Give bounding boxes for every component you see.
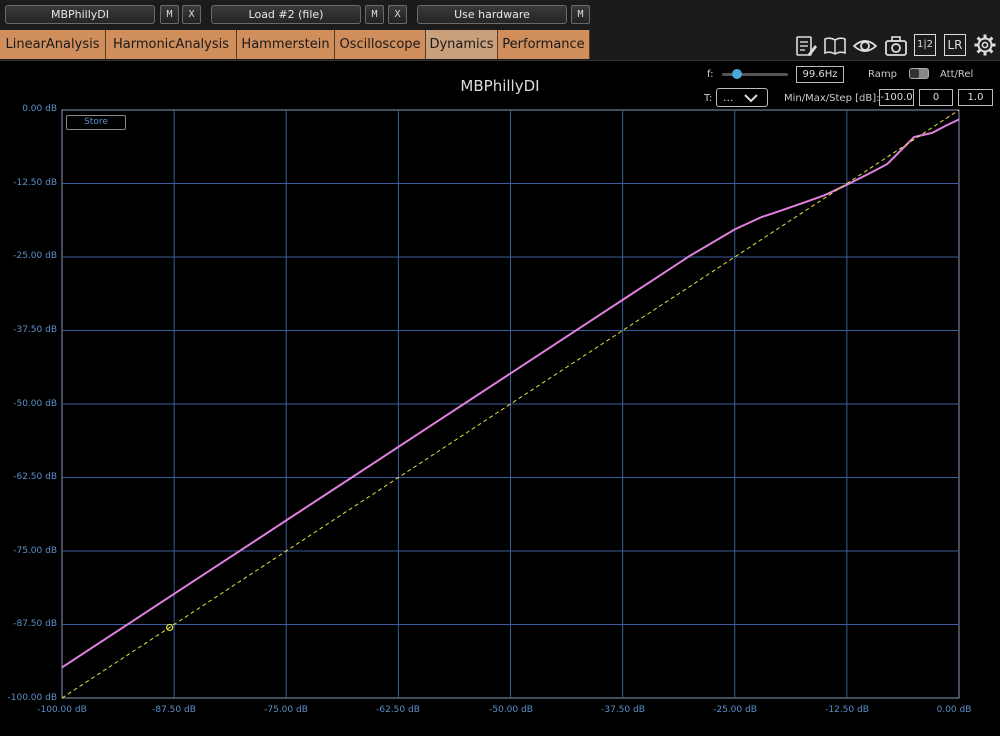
y-tick-label: -75.00 dB (13, 546, 57, 556)
x-tick-label: -50.00 dB (489, 705, 533, 715)
camera-icon[interactable] (884, 34, 908, 58)
slot-1-x-button[interactable]: X (182, 5, 201, 24)
x-tick-label: -100.00 dB (37, 705, 87, 715)
tab-linear-analysis[interactable]: LinearAnalysis (0, 30, 106, 59)
slot-2-x-button[interactable]: X (388, 5, 407, 24)
x-tick-label: -87.50 dB (152, 705, 196, 715)
tab-performance[interactable]: Performance (498, 30, 590, 59)
step-db-field[interactable]: 1.0 (958, 89, 993, 106)
x-tick-label: -37.50 dB (601, 705, 645, 715)
frequency-field[interactable]: 99.6Hz (796, 66, 844, 83)
tab-oscilloscope[interactable]: Oscilloscope (335, 30, 426, 59)
x-tick-label: -12.50 dB (825, 705, 869, 715)
x-tick-label: -25.00 dB (713, 705, 757, 715)
x-tick-label: 0.00 dB (936, 705, 972, 715)
min-db-field[interactable]: -100.0 (879, 89, 914, 106)
chart-title: MBPhillyDI (460, 77, 540, 95)
y-tick-label: -25.00 dB (13, 251, 57, 261)
slot-1-device[interactable]: MBPhillyDI (5, 5, 155, 24)
y-tick-label: 0.00 dB (22, 104, 57, 114)
slot-1-m-button[interactable]: M (160, 5, 179, 24)
x-tick-label: -62.50 dB (376, 705, 420, 715)
one-two-icon[interactable]: 1|2 (914, 34, 936, 56)
t-dropdown-value: ... (723, 91, 734, 104)
max-db-field[interactable]: 0 (919, 89, 953, 106)
chevron-down-icon (744, 94, 758, 103)
x-tick-label: -75.00 dB (264, 705, 308, 715)
lr-icon[interactable]: LR (944, 34, 966, 56)
y-tick-label: -12.50 dB (13, 178, 57, 188)
y-tick-label: -100.00 dB (7, 693, 58, 703)
book-icon[interactable] (823, 34, 847, 58)
t-dropdown[interactable]: ... (716, 88, 768, 107)
y-tick-label: -87.50 dB (13, 619, 57, 629)
slot-2-device[interactable]: Load #2 (file) (211, 5, 361, 24)
y-tick-label: -37.50 dB (13, 325, 57, 335)
tab-dynamics[interactable]: Dynamics (426, 30, 498, 59)
min-max-step-label: Min/Max/Step [dB]: (784, 93, 880, 104)
eye-icon[interactable] (853, 34, 877, 58)
att-rel-label: Att/Rel (940, 69, 974, 80)
ramp-label: Ramp (868, 69, 897, 80)
tab-harmonic-analysis[interactable]: HarmonicAnalysis (106, 30, 237, 59)
ramp-toggle-knob (910, 69, 919, 78)
y-tick-label: -62.50 dB (13, 472, 57, 482)
dynamics-panel (0, 60, 1000, 736)
slot-3-m-button[interactable]: M (571, 5, 590, 24)
tab-hammerstein[interactable]: Hammerstein (237, 30, 335, 59)
store-button[interactable]: Store (66, 115, 126, 130)
top-bar: MBPhillyDI M X Load #2 (file) M X Use ha… (0, 0, 1000, 30)
y-tick-label: -50.00 dB (13, 399, 57, 409)
gear-icon[interactable] (973, 33, 997, 57)
f-label: f: (707, 69, 714, 80)
notes-edit-icon[interactable] (794, 34, 818, 58)
ramp-toggle[interactable] (909, 68, 929, 79)
slot-3-device[interactable]: Use hardware (417, 5, 567, 24)
tab-bar: LinearAnalysis HarmonicAnalysis Hammerst… (0, 30, 1000, 60)
t-label: T: (704, 93, 713, 104)
slot-2-m-button[interactable]: M (365, 5, 384, 24)
